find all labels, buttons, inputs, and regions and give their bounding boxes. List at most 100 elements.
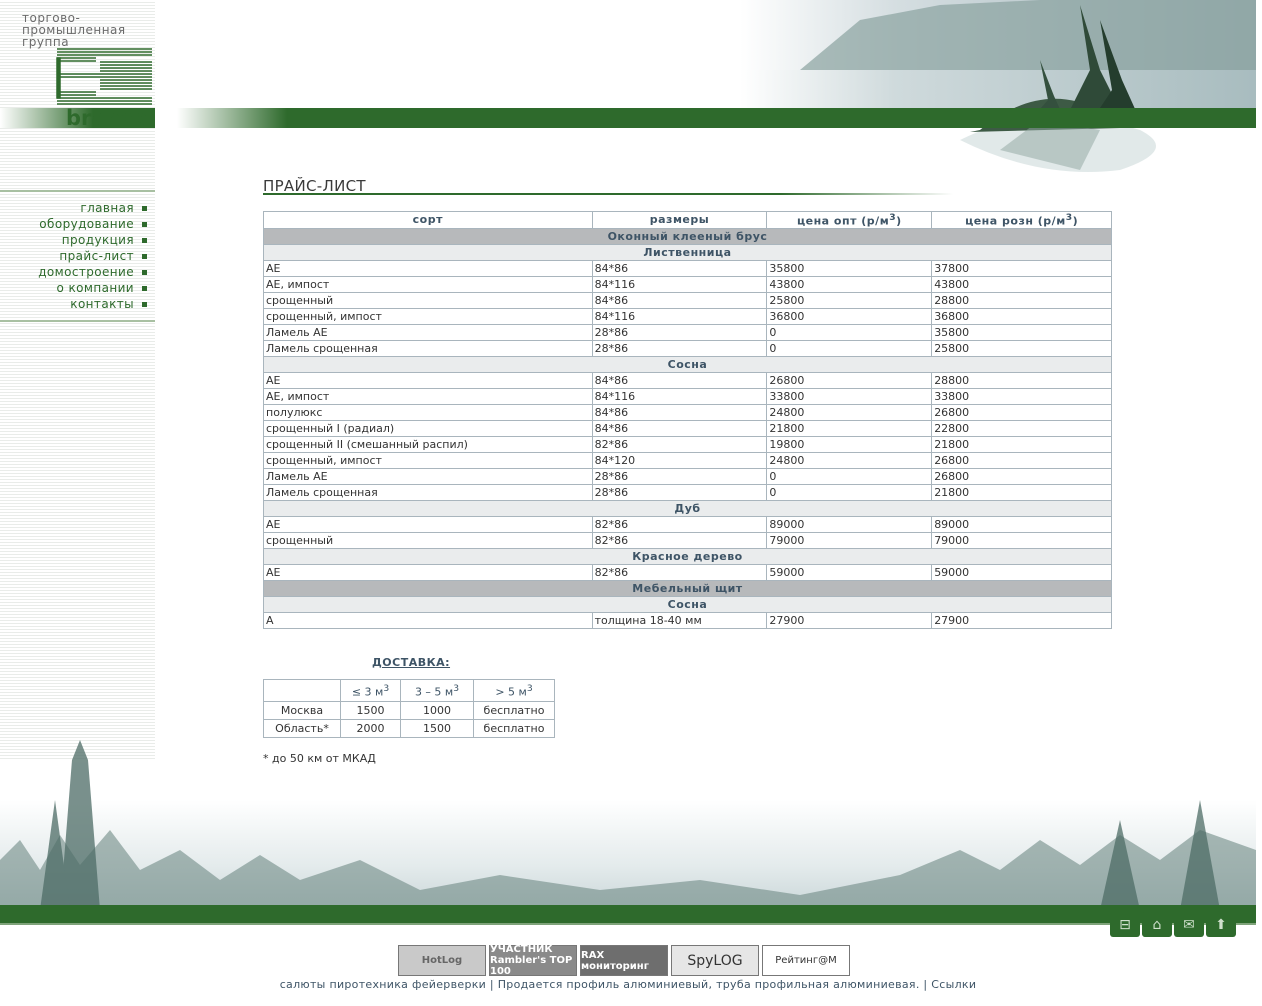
footer-green-band [0, 905, 1256, 923]
nav-label[interactable]: о компании [57, 281, 134, 295]
nav-item-about[interactable]: о компании [0, 280, 155, 296]
cell-price-opt: 36800 [766, 307, 933, 325]
price-table: сорт размеры цена опт (р/м3) цена розн (… [263, 211, 1112, 629]
cell-price-rozn: 26800 [931, 467, 1112, 485]
cell-price-opt: 24800 [766, 451, 933, 469]
cell-size: 84*116 [591, 307, 768, 325]
company-tagline: торгово- промышленная группа [22, 12, 126, 48]
cell-price-rozn: 22800 [931, 419, 1112, 437]
up-arrow-icon[interactable]: ⬆ [1206, 912, 1236, 937]
price-row: Ламель срощенная 28*86 0 21800 [263, 483, 1112, 501]
bullet-icon [142, 269, 147, 275]
cell-size: 82*86 [591, 563, 768, 581]
price-row: АЕ 82*86 59000 59000 [263, 563, 1112, 581]
tagline-line-3: группа [22, 35, 70, 49]
price-table-body: Оконный клееный брус Лиственница АЕ 84*86 35… [263, 227, 1112, 629]
nav-item-housebuilding[interactable]: домостроение [0, 264, 155, 280]
subcategory-label: Красное дерево [263, 547, 1112, 565]
category-label: Мебельный щит [263, 579, 1112, 597]
nav-label[interactable]: контакты [70, 297, 134, 311]
delivery-cell: бесплатно [473, 701, 555, 720]
nav-item-contacts[interactable]: контакты [0, 296, 155, 312]
nav-item-home[interactable]: главная [0, 200, 155, 216]
cell-price-opt: 0 [766, 323, 933, 341]
delivery-header-text: > 5 м [495, 685, 527, 699]
cell-sort: А [263, 611, 593, 629]
nav-item-products[interactable]: продукция [0, 232, 155, 248]
price-row: срощенный, импост 84*116 36800 36800 [263, 307, 1112, 325]
price-row: срощенный 84*86 25800 28800 [263, 291, 1112, 309]
delivery-cell: 1500 [340, 701, 401, 720]
delivery-header-3to5: 3 – 5 м3 [400, 679, 474, 702]
logo-brand[interactable]: branco [66, 106, 147, 130]
nav-label[interactable]: прайс-лист [59, 249, 134, 263]
cell-price-rozn: 35800 [931, 323, 1112, 341]
category-label: Оконный клееный брус [263, 227, 1112, 245]
cell-size: 82*86 [591, 435, 768, 453]
home-icon[interactable]: ⌂ [1142, 912, 1172, 937]
cell-sort: срощенный II (смешанный распил) [263, 435, 593, 453]
nav-label[interactable]: главная [80, 201, 134, 215]
cell-size: 28*86 [591, 483, 768, 501]
nav-divider-bottom [0, 320, 155, 322]
price-row: срощенный, импост 84*120 24800 26800 [263, 451, 1112, 469]
rating-mail-counter[interactable]: Рейтинг@M [762, 945, 850, 976]
cell-price-rozn: 89000 [931, 515, 1112, 533]
cell-price-rozn: 59000 [931, 563, 1112, 581]
cell-price-rozn: 26800 [931, 403, 1112, 421]
separator: | [919, 978, 932, 991]
main-nav: главная оборудование продукция прайс-лис… [0, 190, 155, 322]
footer-link-fireworks[interactable]: салюты пиротехника фейерверки [280, 978, 486, 991]
delivery-cell: 1500 [400, 719, 474, 738]
nav-label[interactable]: домостроение [38, 265, 134, 279]
rax-counter[interactable]: RAX мониторинг [580, 945, 668, 976]
price-row: АЕ, импост 84*116 33800 33800 [263, 387, 1112, 405]
footer-links: салюты пиротехника фейерверки | Продаетс… [0, 978, 1256, 991]
cell-size: толщина 18-40 мм [591, 611, 768, 629]
superscript: 3 [526, 682, 533, 694]
header-lake-image [740, 0, 1256, 190]
hotlog-counter[interactable]: HotLog [398, 945, 486, 976]
cell-sort: АЕ, импост [263, 275, 593, 293]
nav-item-price-list[interactable]: прайс-лист [0, 248, 155, 264]
delivery-header-over5: > 5 м3 [473, 679, 555, 702]
sitemap-icon[interactable]: ⊟ [1110, 912, 1140, 937]
delivery-header-empty [263, 679, 341, 702]
delivery-row: Москва 1500 1000 бесплатно [263, 701, 555, 720]
col-header-size: размеры [591, 211, 768, 229]
nav-label[interactable]: продукция [62, 233, 134, 247]
cell-price-opt: 0 [766, 483, 933, 501]
price-row: срощенный 82*86 79000 79000 [263, 531, 1112, 549]
cell-size: 84*86 [591, 403, 768, 421]
subcategory-row: Сосна [263, 595, 1112, 613]
category-row: Оконный клееный брус [263, 227, 1112, 245]
nav-label[interactable]: оборудование [39, 217, 134, 231]
mail-icon[interactable]: ✉ [1174, 912, 1204, 937]
price-row: Ламель АЕ 28*86 0 35800 [263, 323, 1112, 341]
delivery-header-text: ≤ 3 м [351, 685, 384, 699]
price-row: срощенный I (радиал) 84*86 21800 22800 [263, 419, 1112, 437]
cell-price-rozn: 37800 [931, 259, 1112, 277]
cell-price-opt: 24800 [766, 403, 933, 421]
nav-item-equipment[interactable]: оборудование [0, 216, 155, 232]
cell-sort: Ламель АЕ [263, 323, 593, 341]
cell-size: 84*86 [591, 291, 768, 309]
footer-link-profile[interactable]: Продается профиль алюминиевый, труба про… [498, 978, 920, 991]
rambler-counter[interactable]: УЧАСТНИК Rambler's TOP 100 [489, 944, 577, 977]
cell-size: 84*86 [591, 371, 768, 389]
delivery-cell: 2000 [340, 719, 401, 738]
subcategory-label: Сосна [263, 355, 1112, 373]
spylog-counter[interactable]: SpyLOG [671, 945, 759, 976]
cell-size: 28*86 [591, 467, 768, 485]
logo-mark-icon[interactable] [56, 48, 154, 110]
delivery-title: ДОСТАВКА: [372, 656, 451, 669]
cell-sort: АЕ [263, 563, 593, 581]
footer-link-links[interactable]: Ссылки [931, 978, 976, 991]
delivery-row: Область* 2000 1500 бесплатно [263, 719, 555, 738]
subcategory-row: Лиственница [263, 243, 1112, 261]
cell-price-opt: 89000 [766, 515, 933, 533]
cell-price-rozn: 28800 [931, 371, 1112, 389]
cell-price-opt: 0 [766, 339, 933, 357]
cell-price-opt: 43800 [766, 275, 933, 293]
price-row: полулюкс 84*86 24800 26800 [263, 403, 1112, 421]
